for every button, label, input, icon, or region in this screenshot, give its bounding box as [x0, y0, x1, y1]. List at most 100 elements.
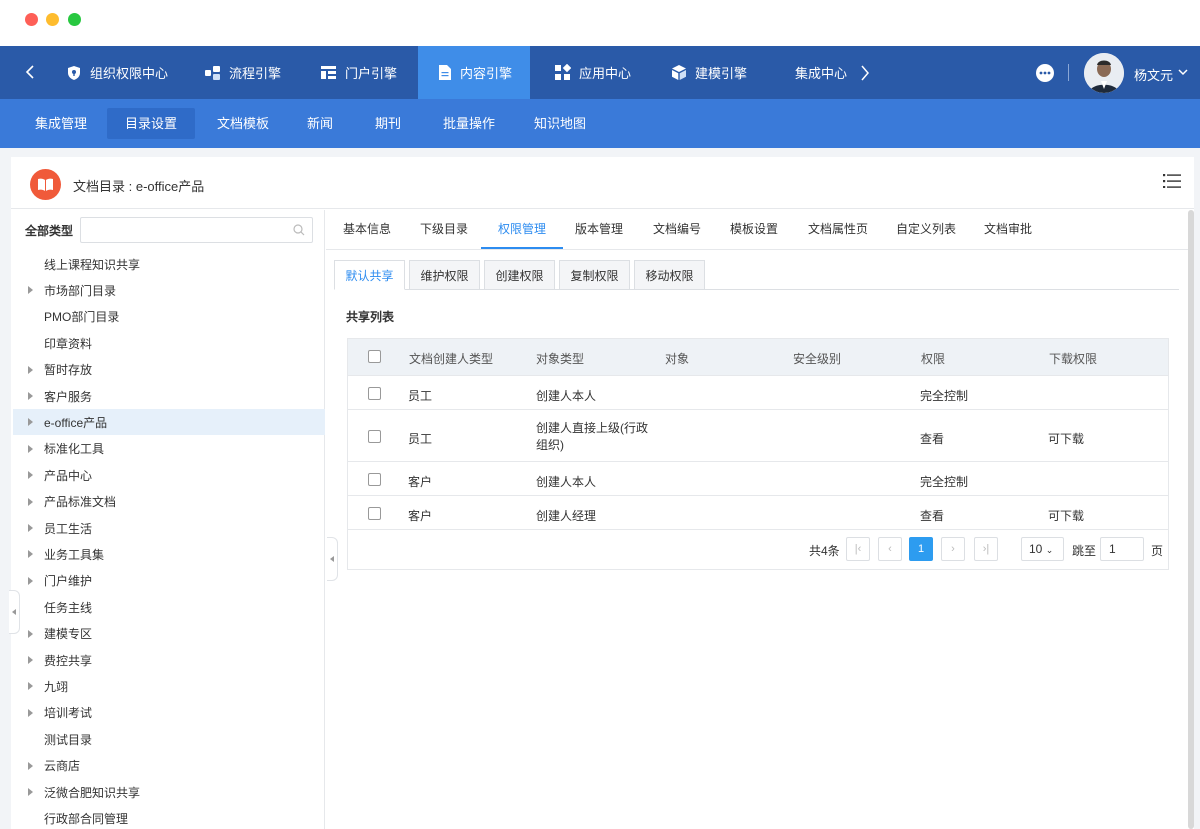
tree-item[interactable]: 产品标准文档 [13, 489, 325, 515]
caret-right-icon[interactable] [28, 788, 33, 796]
tree-item[interactable]: 暂时存放 [13, 357, 325, 383]
select-all-checkbox[interactable] [368, 350, 381, 363]
tree-item[interactable]: 市场部门目录 [13, 277, 325, 303]
topnav-item-org-permission[interactable]: 组织权限中心 [52, 46, 182, 99]
caret-right-icon[interactable] [28, 761, 33, 770]
page-size-value: 10 [1029, 542, 1043, 556]
table-row[interactable]: 员工 创建人直接上级(行政组织) 查看 可下载 [348, 410, 1168, 462]
caret-right-icon[interactable] [28, 497, 33, 506]
tab-doc-number[interactable]: 文档编号 [653, 210, 701, 249]
tree-item[interactable]: 产品中心 [13, 462, 325, 488]
collapse-handle[interactable] [9, 590, 20, 634]
caret-right-icon[interactable] [28, 656, 33, 664]
tree-item[interactable]: PMO部门目录 [13, 304, 325, 330]
list-menu-icon[interactable] [1163, 174, 1181, 188]
tree-item[interactable]: 任务主线 [13, 594, 325, 620]
topnav-item-app-center[interactable]: 应用中心 [540, 46, 645, 99]
topnav-item-integration[interactable]: 集成中心 [773, 46, 853, 99]
tree-item[interactable]: 业务工具集 [13, 541, 325, 567]
caret-right-icon[interactable] [28, 708, 33, 717]
topnav-item-workflow[interactable]: 流程引擎 [190, 46, 295, 99]
cell-object-type: 创建人本人 [536, 475, 597, 489]
row-checkbox[interactable] [368, 473, 381, 486]
chevron-down-icon[interactable] [1178, 68, 1188, 76]
page-number-button[interactable]: 1 [909, 537, 933, 561]
row-checkbox[interactable] [368, 430, 381, 443]
collapse-tree-handle[interactable] [327, 537, 338, 581]
row-checkbox[interactable] [368, 507, 381, 520]
maximize-window-button[interactable] [68, 13, 81, 26]
tab-permission[interactable]: 权限管理 [481, 210, 564, 249]
tab-version[interactable]: 版本管理 [575, 210, 623, 249]
subtab-default-share[interactable]: 默认共享 [334, 260, 405, 290]
tab-approval[interactable]: 文档审批 [984, 210, 1032, 249]
tree-item[interactable]: 客户服务 [13, 383, 325, 409]
subnav-item[interactable]: 期刊 [357, 108, 419, 139]
tab-subdirectory[interactable]: 下级目录 [420, 210, 468, 249]
avatar[interactable] [1084, 53, 1124, 93]
user-name[interactable]: 杨文元 [1134, 65, 1173, 84]
next-page-button[interactable]: › [941, 537, 965, 561]
tree-item[interactable]: 印章资料 [13, 330, 325, 356]
tree-item[interactable]: 线上课程知识共享 [13, 251, 325, 277]
table-row[interactable]: 员工 创建人本人 完全控制 [348, 376, 1168, 410]
tree-item[interactable]: 云商店 [13, 753, 325, 779]
tree-search-input[interactable] [80, 217, 313, 243]
tab-basic-info[interactable]: 基本信息 [343, 210, 391, 249]
tree-item[interactable]: e-office产品 [13, 409, 325, 436]
row-checkbox[interactable] [368, 387, 381, 400]
search-icon[interactable] [293, 224, 305, 236]
caret-right-icon[interactable] [28, 682, 33, 691]
table-row[interactable]: 客户 创建人经理 查看 可下载 [348, 496, 1168, 530]
subtab-create[interactable]: 创建权限 [484, 260, 555, 290]
tree-item[interactable]: 标准化工具 [13, 436, 325, 462]
page-size-select[interactable]: 10 ⌄ [1021, 537, 1064, 561]
subnav-item[interactable]: 集成管理 [17, 108, 105, 139]
caret-right-icon[interactable] [28, 418, 33, 427]
caret-right-icon[interactable] [28, 286, 33, 295]
jump-page-input[interactable]: 1 [1100, 537, 1144, 561]
tab-template[interactable]: 模板设置 [730, 210, 778, 249]
first-page-button[interactable]: |‹ [846, 537, 870, 561]
tab-custom-list[interactable]: 自定义列表 [896, 210, 956, 249]
tree-item[interactable]: 泛微合肥知识共享 [13, 779, 325, 805]
tree-item[interactable]: 行政部合同管理 [13, 805, 325, 829]
tree-item[interactable]: 九翊 [13, 673, 325, 699]
tree-item[interactable]: 测试目录 [13, 726, 325, 752]
tree-item[interactable]: 培训考试 [13, 700, 325, 726]
caret-right-icon[interactable] [28, 629, 33, 638]
tree-item[interactable]: 门户维护 [13, 568, 325, 594]
table-row[interactable]: 客户 创建人本人 完全控制 [348, 462, 1168, 496]
subtab-maintain[interactable]: 维护权限 [409, 260, 480, 290]
settings-tabs: 基本信息 下级目录 权限管理 版本管理 文档编号 模板设置 文档属性页 自定义列… [326, 210, 1194, 250]
tab-attribute-page[interactable]: 文档属性页 [808, 210, 868, 249]
subnav-item[interactable]: 新闻 [289, 108, 351, 139]
vertical-scrollbar[interactable] [1188, 210, 1194, 829]
chevron-right-icon[interactable] [858, 63, 872, 83]
caret-right-icon[interactable] [28, 524, 33, 532]
last-page-button[interactable]: ›| [974, 537, 998, 561]
subnav-item[interactable]: 文档模板 [199, 108, 287, 139]
caret-right-icon[interactable] [28, 576, 33, 585]
tree-item[interactable]: 费控共享 [13, 647, 325, 673]
prev-page-button[interactable]: ‹ [878, 537, 902, 561]
subnav-item[interactable]: 批量操作 [425, 108, 513, 139]
tree-item[interactable]: 员工生活 [13, 515, 325, 541]
close-window-button[interactable] [25, 13, 38, 26]
caret-right-icon[interactable] [28, 365, 33, 374]
minimize-window-button[interactable] [46, 13, 59, 26]
caret-right-icon[interactable] [28, 444, 33, 453]
subnav-item-active[interactable]: 目录设置 [107, 108, 196, 139]
caret-right-icon[interactable] [28, 550, 33, 559]
caret-right-icon[interactable] [28, 392, 33, 400]
topnav-item-portal[interactable]: 门户引擎 [306, 46, 411, 99]
topnav-item-content[interactable]: 内容引擎 [418, 46, 530, 99]
back-arrow-icon[interactable] [20, 62, 40, 82]
topnav-item-modeling[interactable]: 建模引擎 [657, 46, 761, 99]
more-options-icon[interactable] [1035, 63, 1055, 83]
tree-item[interactable]: 建模专区 [13, 621, 325, 647]
subtab-copy[interactable]: 复制权限 [559, 260, 630, 290]
subtab-move[interactable]: 移动权限 [634, 260, 705, 290]
caret-right-icon[interactable] [28, 471, 33, 480]
subnav-item[interactable]: 知识地图 [516, 108, 604, 139]
